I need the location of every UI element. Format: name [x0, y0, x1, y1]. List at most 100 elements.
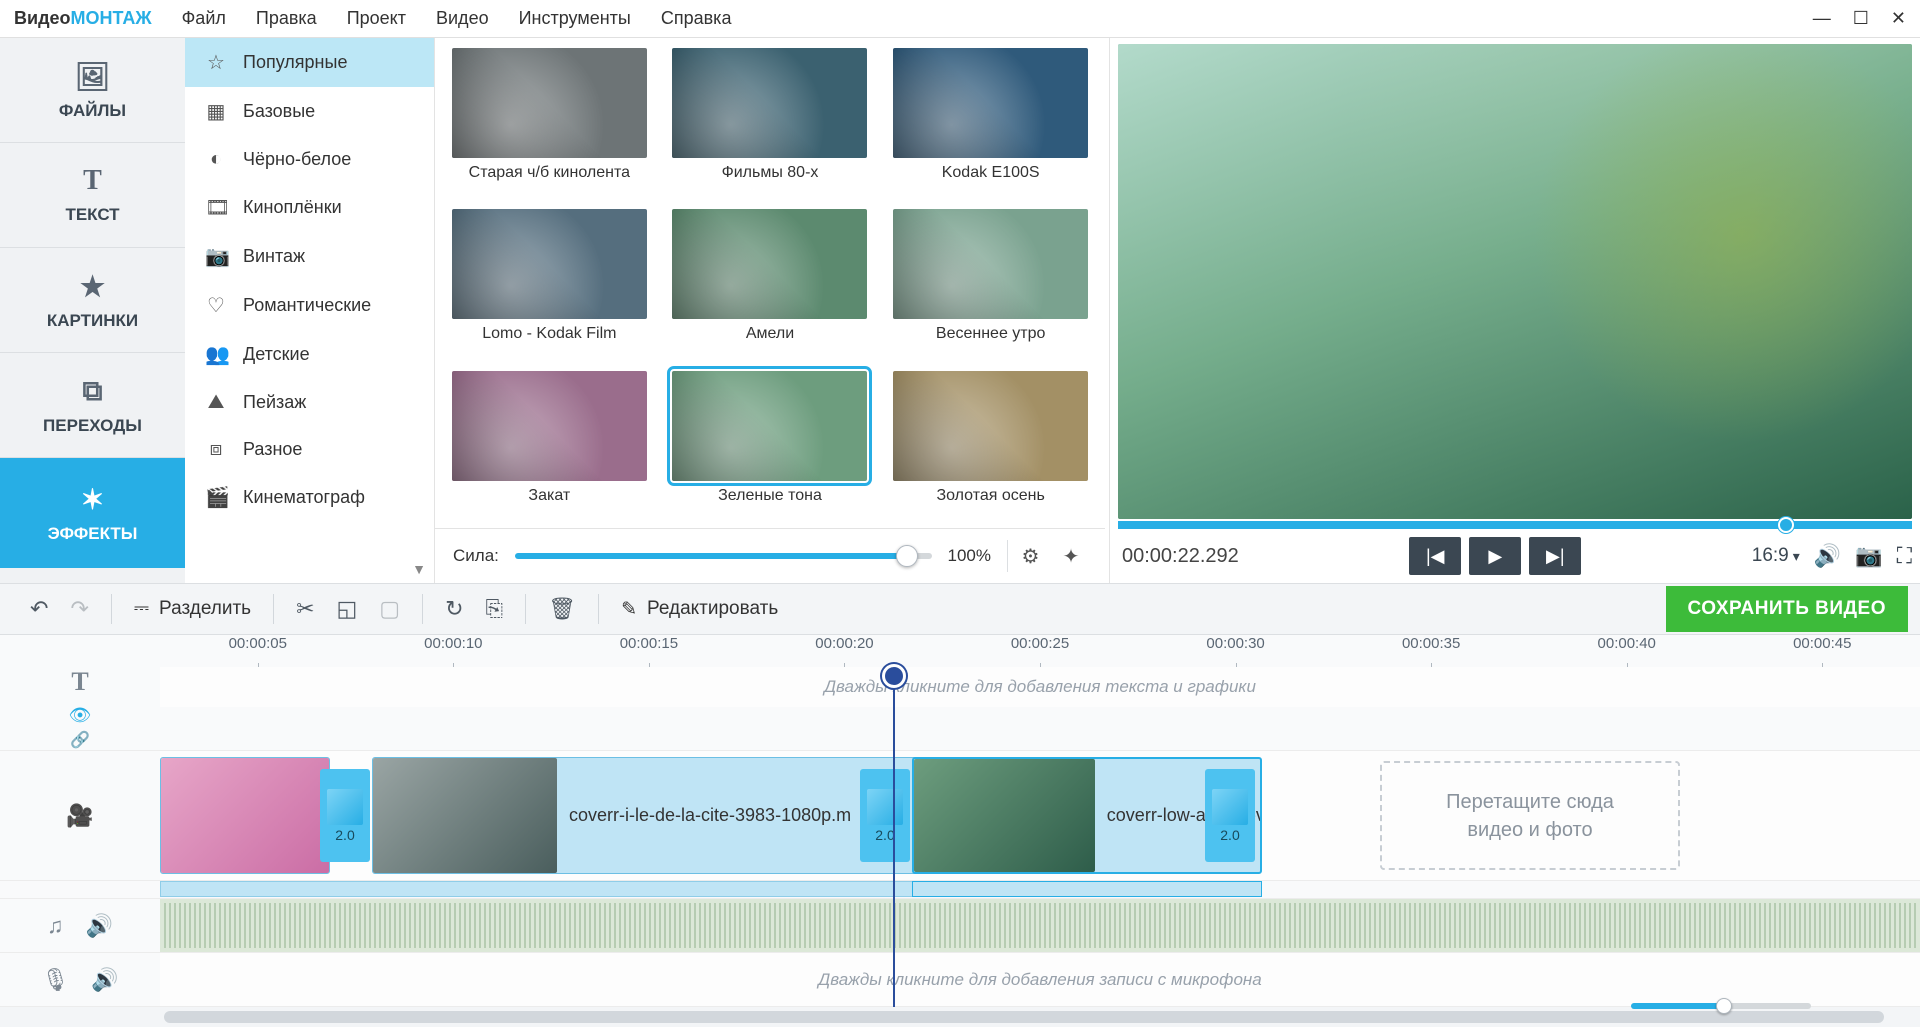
menu-file[interactable]: Файл [182, 8, 226, 29]
prev-frame-button[interactable]: |◀ [1409, 537, 1461, 575]
aspect-ratio-selector[interactable]: 16:9▾ [1752, 545, 1800, 567]
slider-handle[interactable] [896, 545, 918, 567]
effect-item[interactable]: Kodak E100S [886, 48, 1095, 205]
volume-icon[interactable]: 🔊 [1814, 543, 1841, 569]
category-cinema[interactable]: 🎬Кинематограф [185, 473, 434, 522]
category-label: Кинематограф [243, 487, 365, 508]
effect-item-selected[interactable]: Зеленые тона [666, 371, 875, 528]
effect-item[interactable]: Закат [445, 371, 654, 528]
minimize-icon[interactable]: — [1813, 8, 1831, 29]
drop-zone[interactable]: Перетащите сюдавидео и фото [1380, 761, 1680, 870]
volume-icon[interactable]: 🔊 [91, 967, 118, 993]
play-button[interactable]: ▶ [1469, 537, 1521, 575]
ruler-tick: 00:00:45 [1725, 635, 1920, 667]
audio-track-body[interactable] [160, 899, 1920, 952]
tab-transitions[interactable]: ⧉ПЕРЕХОДЫ [0, 353, 185, 458]
video-clip[interactable] [160, 757, 330, 874]
effect-category-list: ☆Популярные ▦Базовые ◐Чёрно-белое 🎞Киноп… [185, 38, 434, 522]
tab-text-label: ТЕКСТ [65, 205, 119, 225]
cut-button[interactable]: ✂ [296, 596, 314, 622]
preview-video[interactable] [1118, 44, 1912, 519]
rotate-button[interactable]: ↻ [445, 596, 463, 622]
split-button[interactable]: ⎓Разделить [134, 598, 251, 620]
volume-icon[interactable]: 🔊 [86, 913, 113, 939]
category-popular[interactable]: ☆Популярные [185, 38, 434, 87]
redo-button[interactable]: ↷ [70, 596, 88, 622]
save-video-button[interactable]: СОХРАНИТЬ ВИДЕО [1666, 586, 1908, 632]
zoom-slider[interactable] [1631, 1003, 1811, 1009]
tab-effects[interactable]: ✶ЭФФЕКТЫ [0, 458, 185, 568]
tab-files-label: ФАЙЛЫ [59, 101, 126, 121]
category-film[interactable]: 🎞Киноплёнки [185, 183, 434, 232]
effect-thumb [452, 371, 647, 481]
menu-edit[interactable]: Правка [256, 8, 317, 29]
effect-item[interactable]: Весеннее утро [886, 209, 1095, 366]
eye-icon[interactable]: 👁 [69, 705, 92, 726]
effect-thumb [893, 48, 1088, 158]
brush-icon[interactable]: ✦ [1055, 540, 1087, 572]
zoom-slider-handle[interactable] [1716, 998, 1732, 1014]
delete-button[interactable]: 🗑 [548, 596, 576, 622]
effect-thumb [672, 48, 867, 158]
category-label: Детские [243, 344, 310, 365]
time-ruler[interactable]: 00:00:05 00:00:10 00:00:15 00:00:20 00:0… [0, 635, 1920, 667]
effect-label: Закат [528, 487, 570, 505]
ruler-tick: 00:00:40 [1529, 635, 1725, 667]
effect-item[interactable]: Золотая осень [886, 371, 1095, 528]
menu-project[interactable]: Проект [347, 8, 406, 29]
transition-clip[interactable]: 2.0 [860, 769, 910, 862]
video-clip[interactable]: coverr-i-le-de-la-cite-3983-1080p.m [372, 757, 922, 874]
scrollbar-thumb[interactable] [164, 1011, 1884, 1023]
ruler-tick: 00:00:20 [747, 635, 943, 667]
text-track-body[interactable]: Дважды кликните для добавления текста и … [160, 667, 1920, 707]
maximize-icon[interactable]: ☐ [1853, 8, 1869, 29]
transition-thumb [1212, 789, 1248, 825]
category-kids[interactable]: 👥 Детские [185, 330, 434, 379]
effect-item[interactable]: Lomo - Kodak Film [445, 209, 654, 366]
app-logo: ВидеоМОНТАЖ [14, 8, 152, 29]
transition-clip[interactable]: 2.0 [320, 769, 370, 862]
preview-scrubber[interactable] [1118, 521, 1912, 529]
ruler-tick: 00:00:35 [1333, 635, 1529, 667]
tab-text[interactable]: TТЕКСТ [0, 143, 185, 248]
close-icon[interactable]: ✕ [1891, 8, 1906, 29]
video-effect-bar-selected[interactable] [912, 881, 1262, 897]
preview-controls: 00:00:22.292 |◀ ▶ ▶| 16:9▾ 🔊 📷 ⛶ [1118, 529, 1912, 583]
timeline-scrollbar[interactable] [0, 1007, 1920, 1027]
category-misc[interactable]: ⧈Разное [185, 426, 434, 473]
fullscreen-icon[interactable]: ⛶ [1897, 543, 1912, 569]
crop-button[interactable]: ◱ [337, 596, 358, 622]
ruler-tick: 00:00:05 [160, 635, 356, 667]
ruler-tick: 00:00:30 [1138, 635, 1334, 667]
effect-item[interactable]: Старая ч/б кинолента [445, 48, 654, 205]
mic-track-body[interactable]: Дважды кликните для добавления записи с … [160, 953, 1920, 1006]
tab-files[interactable]: 🖼ФАЙЛЫ [0, 38, 185, 143]
category-landscape[interactable]: ⛰Пейзаж [185, 379, 434, 426]
category-romantic[interactable]: ♡Романтические [185, 281, 434, 330]
menu-tools[interactable]: Инструменты [519, 8, 631, 29]
frame-button[interactable]: ▢ [379, 596, 400, 622]
category-vintage[interactable]: 📷Винтаж [185, 232, 434, 281]
transition-clip[interactable]: 2.0 [1205, 769, 1255, 862]
video-track-body[interactable]: 2.0 coverr-i-le-de-la-cite-3983-1080p.m … [160, 751, 1920, 880]
undo-button[interactable]: ↶ [30, 596, 48, 622]
settings-icon[interactable]: ⚙ [1007, 540, 1039, 572]
menu-help[interactable]: Справка [661, 8, 732, 29]
copy-button[interactable]: ⎘ [486, 596, 504, 622]
menu-video[interactable]: Видео [436, 8, 489, 29]
strength-slider[interactable] [515, 553, 932, 559]
effects-grid[interactable]: Старая ч/б кинолента Фильмы 80-х Kodak E… [435, 38, 1105, 528]
effect-item[interactable]: Фильмы 80-х [666, 48, 875, 205]
tab-images[interactable]: ★КАРТИНКИ [0, 248, 185, 353]
category-basic[interactable]: ▦Базовые [185, 87, 434, 136]
snapshot-icon[interactable]: 📷 [1855, 543, 1882, 569]
link-icon[interactable]: 🔗 [70, 730, 90, 750]
effect-item[interactable]: Амели [666, 209, 875, 366]
scrubber-handle[interactable] [1778, 517, 1794, 533]
category-bw[interactable]: ◐Чёрно-белое [185, 136, 434, 183]
people-icon: 👥 [205, 342, 227, 367]
edit-button[interactable]: ✎Редактировать [621, 598, 778, 621]
category-expand-icon[interactable]: ▼ [412, 561, 426, 577]
next-frame-button[interactable]: ▶| [1529, 537, 1581, 575]
audio-track-header: ♫🔊 [0, 899, 160, 952]
